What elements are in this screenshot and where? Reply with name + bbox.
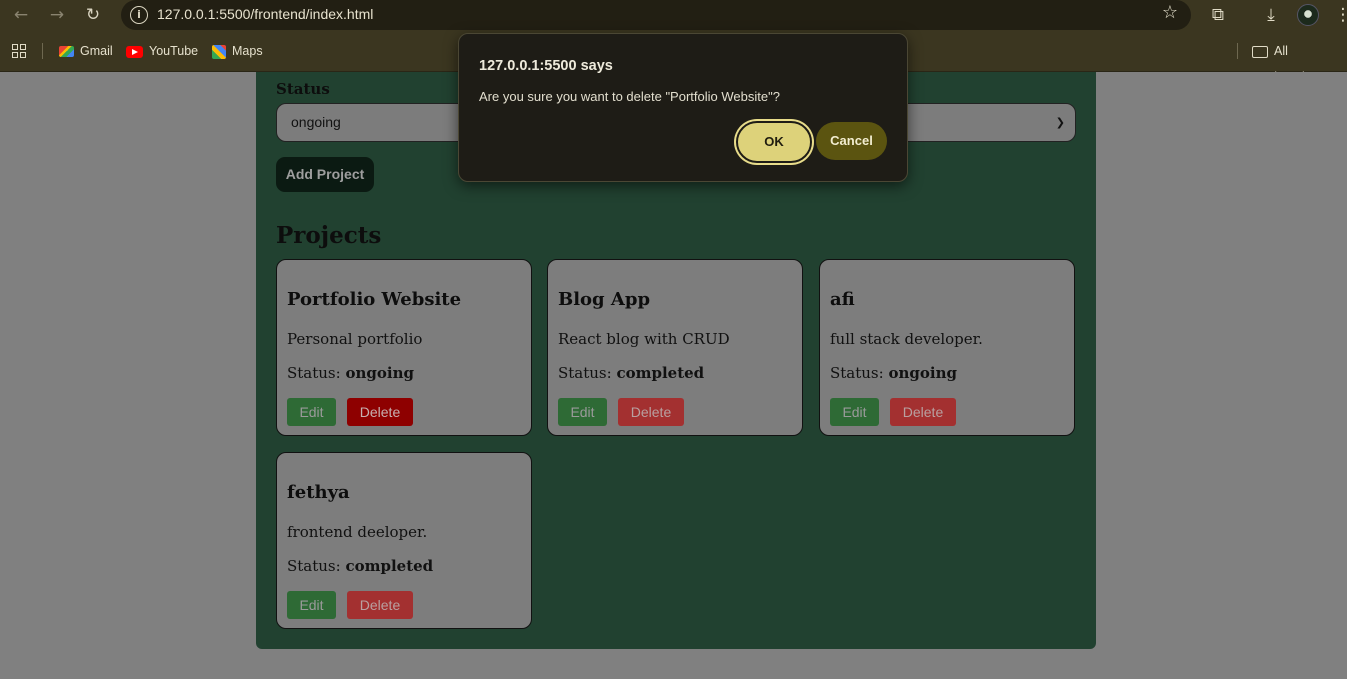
project-name: afi	[830, 289, 855, 310]
status-value: completed	[345, 557, 434, 575]
all-bookmarks[interactable]: All Bookmarks	[1252, 38, 1347, 84]
extensions-icon[interactable]: ⧉	[1206, 3, 1230, 27]
bookmark-label: YouTube	[149, 44, 199, 58]
bookmark-label: Maps	[232, 44, 263, 58]
project-description: frontend deeloper.	[287, 523, 428, 541]
project-description: Personal portfolio	[287, 330, 423, 348]
apps-grid-icon[interactable]	[12, 44, 26, 58]
menu-icon[interactable]: ⋮	[1331, 3, 1347, 27]
chevron-down-icon: ❯	[1055, 116, 1065, 129]
folder-icon	[1252, 45, 1268, 58]
address-bar[interactable]: i 127.0.0.1:5500/frontend/index.html ☆	[121, 0, 1191, 30]
url-text[interactable]: 127.0.0.1:5500/frontend/index.html	[157, 0, 373, 29]
bookmarks-divider	[42, 43, 43, 59]
add-project-button[interactable]: Add Project	[276, 157, 374, 192]
delete-button[interactable]: Delete	[618, 398, 684, 426]
cancel-button[interactable]: Cancel	[816, 122, 887, 160]
project-card: fethya frontend deeloper. Status: comple…	[276, 452, 532, 629]
projects-heading: Projects	[276, 222, 382, 249]
status-value: completed	[616, 364, 705, 382]
bookmark-maps[interactable]: Maps	[212, 38, 263, 64]
profile-avatar[interactable]	[1297, 4, 1319, 26]
dialog-title: 127.0.0.1:5500 says	[479, 58, 613, 74]
status-label: Status	[276, 80, 330, 98]
bookmark-youtube[interactable]: YouTube	[126, 38, 198, 64]
ok-button[interactable]: OK	[736, 121, 812, 163]
project-status: Status: completed	[558, 364, 705, 382]
bookmark-gmail[interactable]: Gmail	[59, 38, 113, 64]
download-icon[interactable]: ⤓	[1259, 3, 1283, 27]
youtube-icon	[126, 45, 143, 58]
forward-icon[interactable]: →	[44, 3, 70, 27]
bookmarks-divider	[1237, 43, 1238, 59]
project-description: full stack developer.	[830, 330, 983, 348]
project-name: fethya	[287, 482, 350, 503]
status-value: ongoing	[888, 364, 957, 382]
dialog-message: Are you sure you want to delete "Portfol…	[479, 89, 780, 104]
bookmark-label: Gmail	[80, 44, 113, 58]
status-value: ongoing	[345, 364, 414, 382]
status-select-value: ongoing	[291, 114, 341, 130]
gmail-icon	[59, 46, 74, 58]
project-card: afi full stack developer. Status: ongoin…	[819, 259, 1075, 436]
edit-button[interactable]: Edit	[558, 398, 607, 426]
project-card: Blog App React blog with CRUD Status: co…	[547, 259, 803, 436]
project-status: Status: completed	[287, 557, 434, 575]
maps-icon	[212, 44, 226, 59]
delete-button[interactable]: Delete	[890, 398, 956, 426]
delete-button[interactable]: Delete	[347, 398, 413, 426]
browser-toolbar: ← → ↻ i 127.0.0.1:5500/frontend/index.ht…	[0, 0, 1347, 30]
project-name: Blog App	[558, 289, 651, 310]
project-status: Status: ongoing	[830, 364, 957, 382]
project-status: Status: ongoing	[287, 364, 414, 382]
bookmark-star-icon[interactable]: ☆	[1162, 2, 1178, 23]
confirm-dialog: 127.0.0.1:5500 says Are you sure you wan…	[458, 33, 908, 182]
delete-button[interactable]: Delete	[347, 591, 413, 619]
edit-button[interactable]: Edit	[287, 398, 336, 426]
edit-button[interactable]: Edit	[830, 398, 879, 426]
back-icon[interactable]: ←	[8, 3, 34, 27]
site-info-icon[interactable]: i	[130, 6, 148, 24]
project-description: React blog with CRUD	[558, 330, 730, 348]
edit-button[interactable]: Edit	[287, 591, 336, 619]
project-name: Portfolio Website	[287, 289, 462, 310]
reload-icon[interactable]: ↻	[80, 3, 106, 27]
project-card: Portfolio Website Personal portfolio Sta…	[276, 259, 532, 436]
